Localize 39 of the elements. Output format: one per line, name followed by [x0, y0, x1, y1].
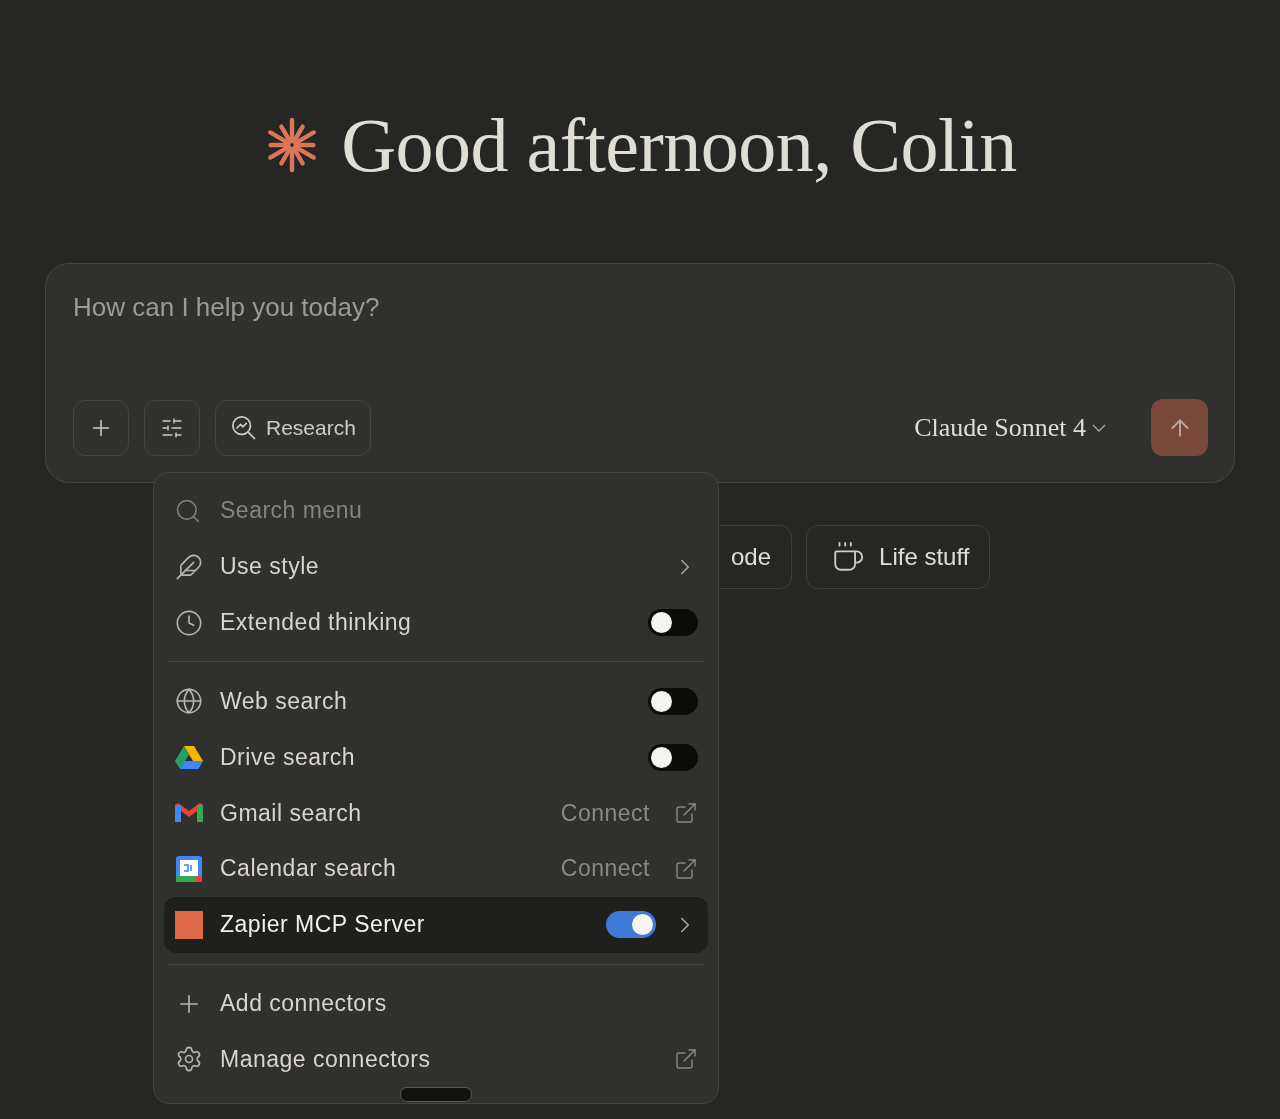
research-button[interactable]: Research [215, 399, 371, 456]
connect-link[interactable]: Connect [560, 855, 650, 883]
connect-link[interactable]: Connect [560, 799, 650, 827]
square-logo-icon [175, 910, 203, 939]
toggle-switch[interactable] [648, 743, 698, 771]
menu-item[interactable]: Manage connectors [164, 1031, 708, 1088]
toggle-switch[interactable] [648, 609, 698, 637]
menu-item[interactable]: Gmail search Connect [164, 785, 708, 841]
scroll-handle[interactable] [400, 1087, 472, 1102]
menu-item[interactable]: Extended thinking [164, 594, 708, 651]
calendar-icon [176, 855, 202, 882]
menu-item[interactable]: Web search [164, 673, 708, 730]
menu-item[interactable]: Zapier MCP Server [164, 896, 708, 953]
greeting-heading: Good afternoon, Colin [341, 101, 1017, 189]
envelope-m-icon [175, 802, 203, 825]
toggle-switch[interactable] [648, 687, 698, 715]
menu-item[interactable]: Drive search [164, 729, 708, 786]
triangle-logo-icon [175, 745, 203, 770]
menu-search-field[interactable]: Search menu [218, 496, 518, 526]
send-button[interactable] [1151, 399, 1208, 456]
message-input[interactable]: How can I help you today? [73, 292, 673, 323]
settings-button[interactable] [144, 399, 200, 456]
search-trend-icon [230, 413, 258, 442]
menu-item[interactable]: Calendar search Connect [164, 840, 708, 897]
sliders-icon [160, 415, 184, 440]
clock-icon [175, 608, 203, 637]
chevron-down-icon [1092, 423, 1106, 432]
model-selector[interactable]: Claude Sonnet 4 [914, 412, 1106, 443]
toggle-switch[interactable] [606, 911, 656, 939]
feather-icon [175, 552, 203, 581]
menu-item[interactable]: Add connectors [164, 975, 708, 1032]
external-link-icon [674, 801, 698, 826]
external-link-icon [674, 1047, 698, 1072]
globe-icon [175, 687, 203, 716]
gear-icon [175, 1045, 203, 1074]
cup-icon [831, 540, 866, 574]
external-link-icon [674, 856, 698, 881]
menu-item[interactable]: Use style [164, 538, 708, 595]
suggestion-chip[interactable]: Life stuff [806, 525, 991, 589]
